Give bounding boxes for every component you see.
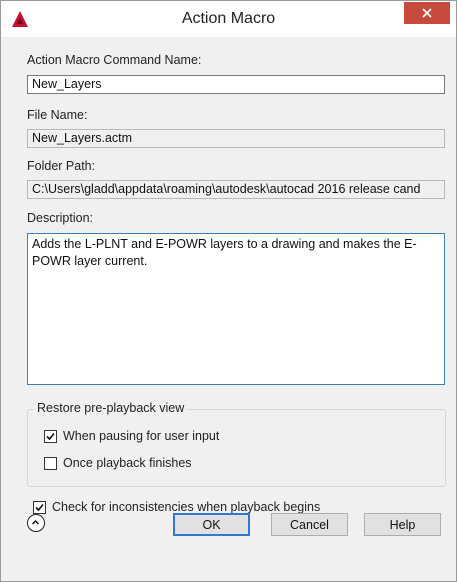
dialog-body: Action Macro Command Name: New_Layers Fi… [1, 37, 456, 581]
finish-checkbox-row[interactable]: Once playback finishes [44, 456, 192, 470]
restore-view-group: Restore pre-playback view When pausing f… [27, 401, 446, 487]
ok-button[interactable]: OK [173, 513, 250, 536]
finish-checkbox[interactable] [44, 456, 57, 470]
inconsistency-checkbox-label: Check for inconsistencies when playback … [52, 500, 321, 514]
description-label: Description: [27, 211, 93, 225]
cancel-button[interactable]: Cancel [271, 513, 348, 536]
title-bar: Action Macro [1, 1, 456, 37]
inconsistency-checkbox-row[interactable]: Check for inconsistencies when playback … [33, 500, 320, 514]
checkmark-icon [46, 432, 55, 440]
chevron-up-icon [31, 519, 40, 525]
inconsistency-checkbox[interactable] [33, 500, 46, 514]
pause-checkbox-row[interactable]: When pausing for user input [44, 429, 219, 443]
close-icon [422, 8, 432, 18]
description-textarea[interactable]: Adds the L-PLNT and E-POWR layers to a d… [27, 233, 445, 385]
command-name-label: Action Macro Command Name: [27, 53, 202, 67]
folder-path-field: C:\Users\gladd\appdata\roaming\autodesk\… [27, 180, 445, 199]
checkmark-icon [35, 503, 44, 511]
pause-checkbox-label: When pausing for user input [63, 429, 220, 443]
action-macro-dialog: Action Macro Action Macro Command Name: … [0, 0, 457, 582]
file-name-field: New_Layers.actm [27, 129, 445, 148]
pause-checkbox[interactable] [44, 429, 57, 443]
file-name-label: File Name: [27, 108, 88, 122]
restore-view-group-title: Restore pre-playback view [34, 401, 188, 415]
folder-path-label: Folder Path: [27, 159, 96, 173]
close-button[interactable] [404, 2, 450, 24]
collapse-button[interactable] [27, 514, 45, 532]
window-title: Action Macro [181, 10, 276, 27]
command-name-input[interactable]: New_Layers [27, 75, 445, 94]
finish-checkbox-label: Once playback finishes [63, 456, 192, 470]
help-button[interactable]: Help [364, 513, 441, 536]
